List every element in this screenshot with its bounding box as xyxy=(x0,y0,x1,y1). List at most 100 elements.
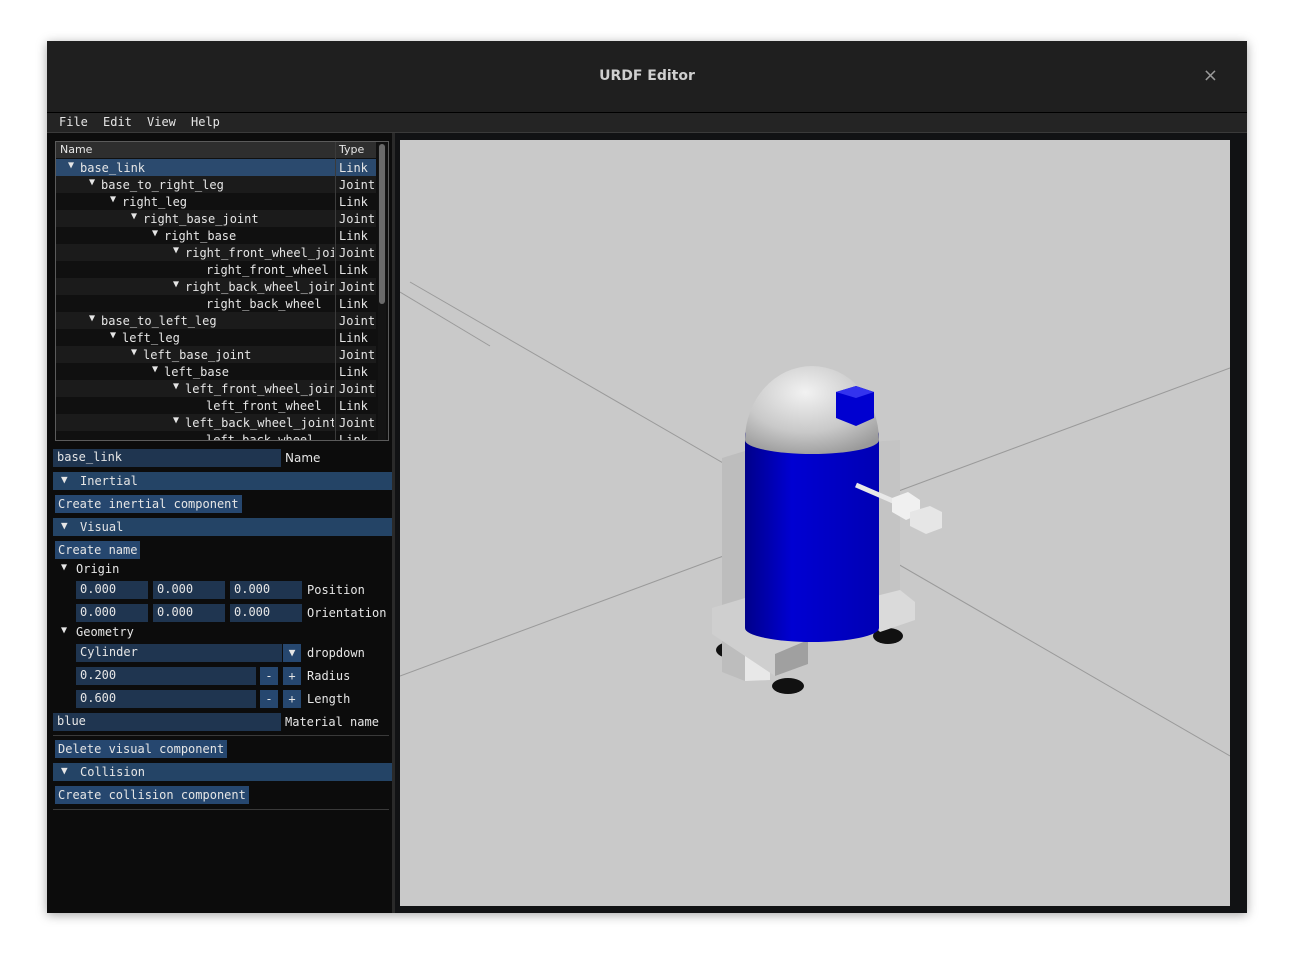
visual-header[interactable]: ▼ Visual xyxy=(53,518,392,536)
origin-label[interactable]: Origin xyxy=(76,562,119,576)
name-field[interactable]: base_link xyxy=(53,449,281,467)
expand-arrow-icon[interactable]: ▼ xyxy=(131,211,137,222)
tree-row-type: Joint xyxy=(339,280,376,294)
expand-arrow-icon[interactable]: ▼ xyxy=(173,279,179,290)
tree-row[interactable]: ▼ base_to_left_leg Joint xyxy=(56,312,376,329)
geometry-label[interactable]: Geometry xyxy=(76,625,134,639)
link-tree: Name Type ▼ base_link Link ▼ base_to_right_l… xyxy=(55,141,389,441)
tree-row[interactable]: ▼ base_link Link xyxy=(56,159,376,176)
collision-header-label: Collision xyxy=(80,765,146,779)
orientation-y-input[interactable]: 0.000 xyxy=(153,604,225,622)
create-collision-button[interactable]: Create collision component xyxy=(55,786,249,804)
tree-row-name: right_leg xyxy=(122,195,188,209)
tree-row[interactable]: right_back_wheel Link xyxy=(56,295,376,312)
position-label: Position xyxy=(307,583,365,597)
delete-visual-button[interactable]: Delete visual component xyxy=(55,740,228,758)
expand-arrow-icon[interactable]: ▼ xyxy=(110,194,116,205)
menu-help[interactable]: Help xyxy=(191,115,220,129)
expand-arrow-icon[interactable]: ▼ xyxy=(110,330,116,341)
expand-arrow-icon: ▼ xyxy=(61,764,68,777)
tree-row[interactable]: ▼ left_base Link xyxy=(56,363,376,380)
tree-row[interactable]: ▼ left_leg Link xyxy=(56,329,376,346)
tree-row[interactable]: ▼ right_base_joint Joint xyxy=(56,210,376,227)
tree-row[interactable]: left_back_wheel Link xyxy=(56,431,376,441)
tree-row-name: left_leg xyxy=(122,331,180,345)
column-separator[interactable] xyxy=(335,142,336,440)
expand-arrow-icon[interactable]: ▼ xyxy=(61,562,67,573)
tree-row-type: Link xyxy=(339,433,368,441)
expand-arrow-icon[interactable]: ▼ xyxy=(173,415,179,426)
tree-row-name: base_to_right_leg xyxy=(101,178,224,192)
orientation-z-input[interactable]: 0.000 xyxy=(230,604,302,622)
tree-row-type: Joint xyxy=(339,246,376,260)
tree-row-name: left_back_wheel_joint xyxy=(185,416,334,430)
position-z-input[interactable]: 0.000 xyxy=(230,581,302,599)
tree-row-type: Link xyxy=(339,229,368,243)
tree-row[interactable]: ▼ base_to_right_leg Joint xyxy=(56,176,376,193)
tree-row[interactable]: ▼ left_base_joint Joint xyxy=(56,346,376,363)
tree-row-name: left_base xyxy=(164,365,230,379)
geometry-type-select[interactable]: Cylinder xyxy=(76,644,282,662)
tree-row-name: left_back_wheel xyxy=(206,433,315,441)
expand-arrow-icon[interactable]: ▼ xyxy=(131,347,137,358)
visual-header-label: Visual xyxy=(80,520,124,534)
expand-arrow-icon[interactable]: ▼ xyxy=(173,381,179,392)
expand-arrow-icon[interactable]: ▼ xyxy=(61,625,67,636)
inertial-header[interactable]: ▼ Inertial xyxy=(53,472,392,490)
tree-row-name: base_to_left_leg xyxy=(101,314,217,328)
3d-viewport[interactable] xyxy=(400,140,1230,906)
position-x-input[interactable]: 0.000 xyxy=(76,581,148,599)
column-type-header[interactable]: Type xyxy=(339,143,364,156)
tree-row-name: left_front_wheel_join xyxy=(185,382,334,396)
tree-row-name: right_front_wheel xyxy=(206,263,329,277)
tree-row[interactable]: ▼ right_front_wheel_joi Joint xyxy=(56,244,376,261)
scrollbar-thumb[interactable] xyxy=(379,144,385,304)
material-name-label: Material name xyxy=(285,715,379,729)
tree-scrollbar[interactable] xyxy=(378,144,386,440)
orientation-x-input[interactable]: 0.000 xyxy=(76,604,148,622)
tree-row[interactable]: ▼ right_base Link xyxy=(56,227,376,244)
expand-arrow-icon[interactable]: ▼ xyxy=(68,160,74,171)
radius-decrement-button[interactable]: - xyxy=(260,667,278,685)
tree-row[interactable]: ▼ left_back_wheel_joint Joint xyxy=(56,414,376,431)
tree-row-name: left_front_wheel xyxy=(206,399,322,413)
menu-file[interactable]: File xyxy=(59,115,88,129)
expand-arrow-icon[interactable]: ▼ xyxy=(89,313,95,324)
robot-model[interactable] xyxy=(712,366,942,694)
expand-arrow-icon[interactable]: ▼ xyxy=(173,245,179,256)
length-decrement-button[interactable]: - xyxy=(260,690,278,708)
radius-input[interactable]: 0.200 xyxy=(76,667,256,685)
create-name-button[interactable]: Create name xyxy=(55,541,141,559)
tree-row[interactable]: ▼ right_leg Link xyxy=(56,193,376,210)
dropdown-label: dropdown xyxy=(307,646,365,660)
expand-arrow-icon[interactable]: ▼ xyxy=(89,177,95,188)
tree-row[interactable]: ▼ left_front_wheel_join Joint xyxy=(56,380,376,397)
material-name-input[interactable]: blue xyxy=(53,713,281,731)
position-y-input[interactable]: 0.000 xyxy=(153,581,225,599)
menu-view[interactable]: View xyxy=(147,115,176,129)
column-name-header[interactable]: Name xyxy=(60,143,92,156)
tree-row[interactable]: right_front_wheel Link xyxy=(56,261,376,278)
tree-row-name: right_base xyxy=(164,229,237,243)
radius-increment-button[interactable]: + xyxy=(283,667,301,685)
tree-row[interactable]: left_front_wheel Link xyxy=(56,397,376,414)
expand-arrow-icon: ▼ xyxy=(61,473,68,486)
close-icon[interactable]: × xyxy=(1203,65,1218,86)
tree-row-name: left_base_joint xyxy=(143,348,252,362)
window-title: URDF Editor xyxy=(599,68,695,84)
left-panel: Name Type ▼ base_link Link ▼ base_to_right_l… xyxy=(47,133,395,913)
menu-edit[interactable]: Edit xyxy=(103,115,132,129)
length-increment-button[interactable]: + xyxy=(283,690,301,708)
create-inertial-button[interactable]: Create inertial component xyxy=(55,495,242,513)
collision-header[interactable]: ▼ Collision xyxy=(53,763,392,781)
length-input[interactable]: 0.600 xyxy=(76,690,256,708)
menu-bar: File Edit View Help xyxy=(47,113,1247,133)
tree-row[interactable]: ▼ right_back_wheel_join Joint xyxy=(56,278,376,295)
expand-arrow-icon[interactable]: ▼ xyxy=(152,228,158,239)
expand-arrow-icon[interactable]: ▼ xyxy=(152,364,158,375)
orientation-label: Orientation xyxy=(307,606,387,620)
dropdown-arrow-icon[interactable]: ▼ xyxy=(283,644,301,662)
tree-row-type: Link xyxy=(339,399,368,413)
expand-arrow-icon: ▼ xyxy=(61,519,68,532)
scene-render[interactable] xyxy=(400,140,1230,906)
